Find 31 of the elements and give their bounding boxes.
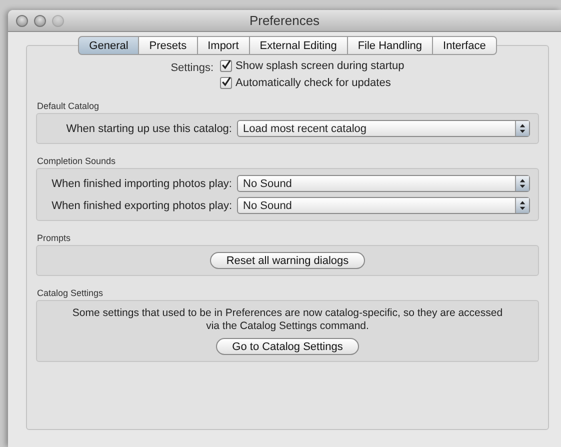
checkbox[interactable] [220,60,232,72]
section-title: Completion Sounds [37,156,117,166]
field-label: When finished importing photos play: [52,178,232,190]
close-button[interactable] [16,14,28,26]
settings-label: Settings: [170,61,214,76]
checkbox[interactable] [220,77,232,89]
section-title: Catalog Settings [37,288,104,298]
section-title: Default Catalog [37,101,100,111]
dropdown[interactable]: No Sound [237,175,530,192]
dropdown[interactable]: No Sound [237,197,530,214]
tab[interactable]: External Editing [250,36,348,55]
dropdown-arrows-icon [515,121,529,136]
zoom-button[interactable] [52,14,64,26]
dropdown-arrows-icon [515,176,529,191]
tab[interactable]: Interface [433,36,497,55]
tab[interactable]: File Handling [348,36,434,55]
reset-button[interactable]: Reset all warning dialogs [210,252,365,269]
field-label: When finished exporting photos play: [52,200,232,212]
catalog-settings-button[interactable]: Go to Catalog Settings [216,338,359,355]
field-label: When starting up use this catalog: [66,122,232,134]
info-text: Some settings that used to be in Preferences are now catalog-specific, so they are accessed via the Catalog Settings command. [71,307,504,333]
dropdown[interactable]: Load most recent catalog [237,120,530,137]
tab[interactable]: Import [198,36,250,55]
dropdown-arrows-icon [515,198,529,213]
window-title: Preferences [249,13,320,28]
checkbox-label: Automatically check for updates [236,77,391,89]
tab[interactable]: Presets [139,36,198,55]
tab[interactable]: General [78,36,140,55]
checkbox-label: Show splash screen during startup [236,60,404,72]
minimize-button[interactable] [34,14,46,26]
section-title: Prompts [37,233,72,243]
